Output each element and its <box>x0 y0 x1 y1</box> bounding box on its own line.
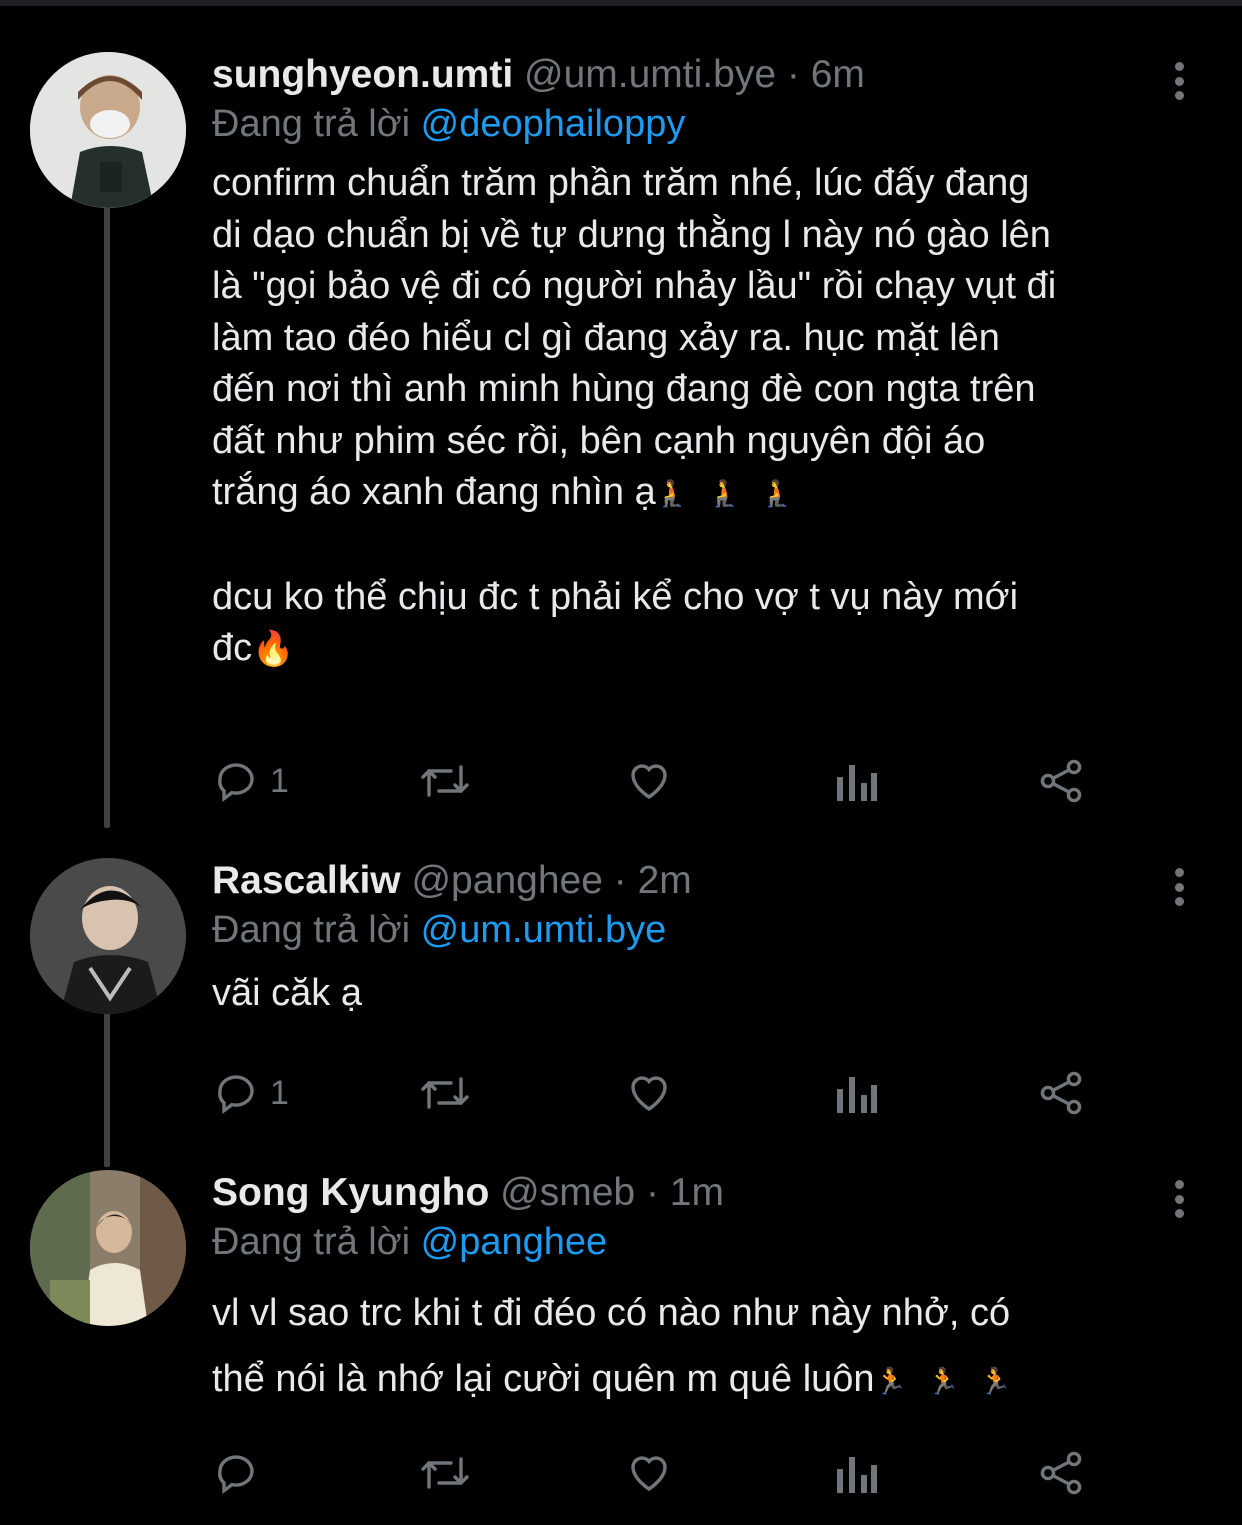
tweet[interactable]: sunghyeon.umti @um.umti.bye · 6m Đang tr… <box>0 52 1242 812</box>
display-name[interactable]: Rascalkiw <box>212 859 401 902</box>
share-button[interactable] <box>1038 1448 1086 1498</box>
emoji: 🔥 <box>252 630 295 669</box>
timestamp[interactable]: 2m <box>638 859 692 902</box>
username[interactable]: @panghee <box>411 859 602 902</box>
tweet-text: confirm chuẩn trăm phần trăm nhé, lúc đấ… <box>212 158 1212 676</box>
more-icon[interactable] <box>1162 864 1196 910</box>
tweet-actions <box>212 1448 1112 1498</box>
views-icon <box>832 757 878 805</box>
display-name[interactable]: sunghyeon.umti <box>212 53 513 96</box>
reply-icon <box>212 757 260 805</box>
tweet-actions: 1 <box>212 756 1112 806</box>
reply-count: 1 <box>270 1073 289 1112</box>
tweet-paragraph: confirm chuẩn trăm phần trăm nhé, lúc đấ… <box>212 162 1057 513</box>
views-icon <box>832 1069 878 1117</box>
more-icon[interactable] <box>1162 58 1196 104</box>
reply-icon <box>212 1449 260 1497</box>
separator: · <box>613 859 627 902</box>
emoji: 🧎🧎🧎 <box>655 478 813 509</box>
tweet[interactable]: Song Kyungho @smeb · 1m Đang trả lời @pa… <box>0 1170 1242 1510</box>
timestamp[interactable]: 1m <box>670 1171 724 1214</box>
tweet-text: vãi căk ạ <box>212 968 1212 1020</box>
retweet-icon <box>417 1449 473 1497</box>
reply-prefix: Đang trả lời <box>212 909 411 951</box>
share-icon <box>1038 1449 1086 1497</box>
like-button[interactable] <box>624 1448 674 1498</box>
share-icon <box>1038 1069 1086 1117</box>
reply-button[interactable]: 1 <box>212 756 289 806</box>
tweet[interactable]: Rascalkiw @panghee · 2m Đang trả lời @um… <box>0 858 1242 1148</box>
tweet-text: vl vl sao trc khi t đi đéo có nào như nà… <box>212 1280 1212 1414</box>
reply-icon <box>212 1069 260 1117</box>
reply-count: 1 <box>270 761 289 800</box>
display-name[interactable]: Song Kyungho <box>212 1171 489 1214</box>
avatar[interactable] <box>30 858 186 1014</box>
reply-mention[interactable]: @deophailoppy <box>421 103 686 145</box>
like-icon <box>624 1449 674 1497</box>
views-button[interactable] <box>832 1448 878 1498</box>
avatar[interactable] <box>30 1170 186 1326</box>
separator: · <box>645 1171 659 1214</box>
emoji: 🏃🏃🏃 <box>874 1365 1032 1396</box>
reply-context: Đang trả lời @deophailoppy <box>212 98 1212 150</box>
share-button[interactable] <box>1038 1068 1086 1118</box>
retweet-button[interactable] <box>417 1448 473 1498</box>
more-icon[interactable] <box>1162 1176 1196 1222</box>
like-button[interactable] <box>624 1068 674 1118</box>
separator: · <box>786 53 800 96</box>
tweet-header: Rascalkiw @panghee · 2m <box>212 858 1212 904</box>
views-icon <box>832 1449 878 1497</box>
tweet-paragraph: dcu ko thể chịu đc t phải kể cho vợ t vụ… <box>212 575 1019 670</box>
retweet-button[interactable] <box>417 1068 473 1118</box>
avatar[interactable] <box>30 52 186 208</box>
reply-button[interactable] <box>212 1448 270 1498</box>
views-button[interactable] <box>832 756 878 806</box>
reply-mention[interactable]: @panghee <box>421 1221 608 1263</box>
username[interactable]: @um.umti.bye <box>524 53 776 96</box>
like-button[interactable] <box>624 756 674 806</box>
username[interactable]: @smeb <box>500 1171 635 1214</box>
reply-button[interactable]: 1 <box>212 1068 289 1118</box>
retweet-icon <box>417 1069 473 1117</box>
retweet-button[interactable] <box>417 756 473 806</box>
like-icon <box>624 1069 674 1117</box>
views-button[interactable] <box>832 1068 878 1118</box>
top-divider <box>0 0 1242 6</box>
retweet-icon <box>417 757 473 805</box>
reply-prefix: Đang trả lời <box>212 1221 411 1263</box>
timestamp[interactable]: 6m <box>811 53 865 96</box>
reply-prefix: Đang trả lời <box>212 103 411 145</box>
share-icon <box>1038 757 1086 805</box>
reply-mention[interactable]: @um.umti.bye <box>421 909 667 951</box>
tweet-header: Song Kyungho @smeb · 1m <box>212 1170 1212 1216</box>
tweet-actions: 1 <box>212 1068 1112 1118</box>
tweet-paragraph: vãi căk ạ <box>212 972 362 1014</box>
tweet-header: sunghyeon.umti @um.umti.bye · 6m <box>212 52 1212 98</box>
share-button[interactable] <box>1038 756 1086 806</box>
reply-context: Đang trả lời @panghee <box>212 1216 1212 1268</box>
like-icon <box>624 757 674 805</box>
reply-context: Đang trả lời @um.umti.bye <box>212 904 1212 956</box>
